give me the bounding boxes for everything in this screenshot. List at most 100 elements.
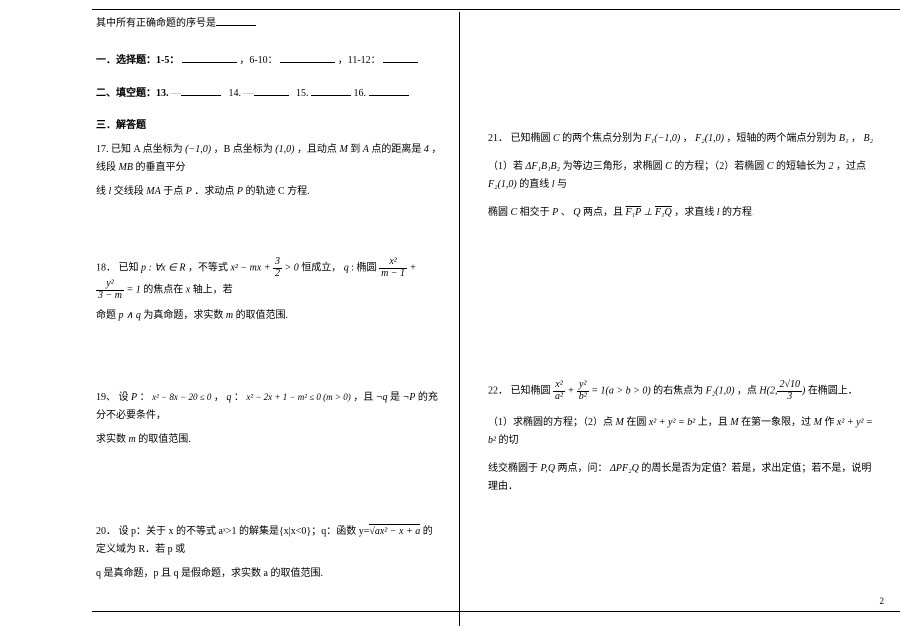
v: ¬P — [403, 392, 416, 403]
v: = 1 — [126, 284, 140, 295]
q19-num: 19、 — [96, 392, 116, 403]
orange-dot-icon: — — [244, 85, 254, 103]
v: + — [568, 385, 575, 396]
sqrt-inner: ax² − x + a — [375, 526, 420, 537]
t: 的方程 — [722, 207, 752, 218]
v: > 0 — [285, 262, 299, 273]
q19-line1: 19、 设 P ： x² − 8x − 20 ≤ 0 ， q ： x² − 2x… — [96, 389, 442, 425]
t: ： — [234, 392, 244, 403]
q22-num: 22． — [488, 385, 508, 396]
t: 到 — [350, 144, 360, 155]
label-15: 15. — [296, 88, 309, 99]
blank — [311, 84, 351, 96]
blank — [216, 14, 256, 26]
t: ， — [851, 133, 861, 144]
den: m − 1 — [379, 269, 407, 280]
t: 线 — [96, 186, 106, 197]
right-column: 21． 已知椭圆 C 的两个焦点分别为 F₁(−1,0) ， F₂(1,0) ，… — [460, 0, 920, 638]
t: 轴上，若 — [193, 284, 233, 295]
blank — [369, 84, 409, 96]
q20-line2: q 是真命题，p 且 q 是假命题，求实数 a 的取值范围. — [96, 565, 442, 583]
num: x² — [553, 380, 565, 392]
t: 的直线 — [519, 179, 549, 190]
t: 为等边三角形，求椭圆 — [563, 161, 663, 172]
q21-line2: （1）若 ΔF₁B₁B₂ 为等边三角形，求椭圆 C 的方程；（2）若椭圆 C 的… — [488, 158, 880, 194]
v: m — [226, 310, 233, 321]
vector: F₁Q — [655, 207, 672, 218]
v: ) — [802, 385, 805, 396]
q19-line2: 求实数 m 的取值范围. — [96, 431, 442, 449]
t: 的右焦点为 — [653, 385, 703, 396]
v: H(2, — [759, 385, 777, 396]
t: ，且动点 — [297, 144, 337, 155]
v: C — [553, 133, 560, 144]
columns: 其中所有正确命题的序号是 一．选择题：1-5： ，6-10： ，11-12： 二… — [0, 0, 920, 638]
t: 作 — [824, 417, 834, 428]
t: ，求直线 — [674, 207, 714, 218]
v: B₂ — [864, 133, 874, 144]
q21-num: 21． — [488, 133, 508, 144]
t: 的取值范围. — [236, 310, 289, 321]
den: a² — [553, 392, 565, 403]
v: A — [363, 144, 369, 155]
section-three-header: 三．解答题 — [96, 117, 442, 135]
v: P — [552, 207, 558, 218]
t: 的方程；（2）若椭圆 — [674, 161, 764, 172]
v: x² + y² = b² — [649, 417, 695, 428]
t: 已知 — [119, 262, 139, 273]
text: ，6-10： — [239, 55, 277, 66]
q18-line1: 18． 已知 p : ∀x ∈ R ，不等式 x² − mx + 32 > 0 … — [96, 257, 442, 301]
v: x² − 2x + 1 − m² ≤ 0 (m > 0) — [246, 392, 350, 402]
t: 求实数 — [96, 434, 126, 445]
v: q — [344, 262, 349, 273]
text: ，11-12： — [338, 55, 381, 66]
blank — [182, 51, 237, 63]
sqrt: √ax² − x + a — [369, 524, 420, 537]
t: （1）求椭圆的方程；（2）点 — [488, 417, 613, 428]
fraction: x²m − 1 — [379, 257, 407, 279]
t: 的轨迹 C 方程. — [245, 186, 309, 197]
pt: (1,0) — [275, 144, 294, 155]
t: 已知椭圆 — [511, 133, 551, 144]
t: 设 — [119, 392, 129, 403]
t: 交线段 — [114, 186, 144, 197]
den: b² — [577, 392, 589, 403]
t: q 是真命题，p 且 q 是假命题，求实数 a 的取值范围. — [96, 568, 323, 579]
v: M — [730, 417, 738, 428]
t: 的垂直平分 — [135, 162, 185, 173]
q18-num: 18． — [96, 262, 116, 273]
orange-dot-icon: — — [171, 85, 181, 103]
v: ΔF₁B₁B₂ — [526, 161, 561, 172]
t: 的两个焦点分别为 — [562, 133, 642, 144]
q20-num: 20． — [96, 526, 116, 537]
v: = 1(a > b > 0) — [591, 385, 650, 396]
q18-line2: 命题 p ∧ q 为真命题，求实数 m 的取值范围. — [96, 307, 442, 325]
label-16: 16. — [354, 88, 367, 99]
t: 点的距离是 — [371, 144, 421, 155]
v: 4 — [424, 144, 429, 155]
q17-line1: 17. 已知 A 点坐标为 (−1,0) ，B 点坐标为 (1,0) ，且动点 … — [96, 141, 442, 177]
t: 在椭圆上． — [808, 385, 858, 396]
v: C — [665, 161, 672, 172]
t: 椭圆 — [488, 207, 508, 218]
v: M — [814, 417, 822, 428]
t: 已知 A 点坐标为 — [111, 144, 183, 155]
v: C — [511, 207, 518, 218]
left-column: 其中所有正确命题的序号是 一．选择题：1-5： ，6-10： ，11-12： 二… — [0, 0, 460, 638]
v: P — [131, 392, 137, 403]
v: ΔPF₂Q — [610, 463, 639, 474]
q20-line1: 20． 设 p：关于 x 的不等式 aˣ>1 的解集是{x|x<0}；q：函数 … — [96, 523, 442, 559]
t: ， — [683, 133, 693, 144]
section-two: 二、填空题：13. — 14. — 15. 16. — [96, 84, 442, 103]
num: y² — [96, 279, 124, 291]
vector: F₁P — [626, 207, 642, 218]
orange-dot-icon: . — [752, 208, 754, 217]
num: y² — [577, 380, 589, 392]
q22-line3: 线交椭圆于 P,Q 两点，问： ΔPF₂Q 的周长是否为定值？若是，求出定值；若… — [488, 460, 880, 496]
v: MB — [119, 162, 133, 173]
t: ，短轴的两个端点分别为 — [726, 133, 836, 144]
t: 的切 — [499, 435, 519, 446]
t: ： — [140, 392, 150, 403]
v: l — [552, 179, 555, 190]
fraction: 32 — [273, 257, 282, 279]
